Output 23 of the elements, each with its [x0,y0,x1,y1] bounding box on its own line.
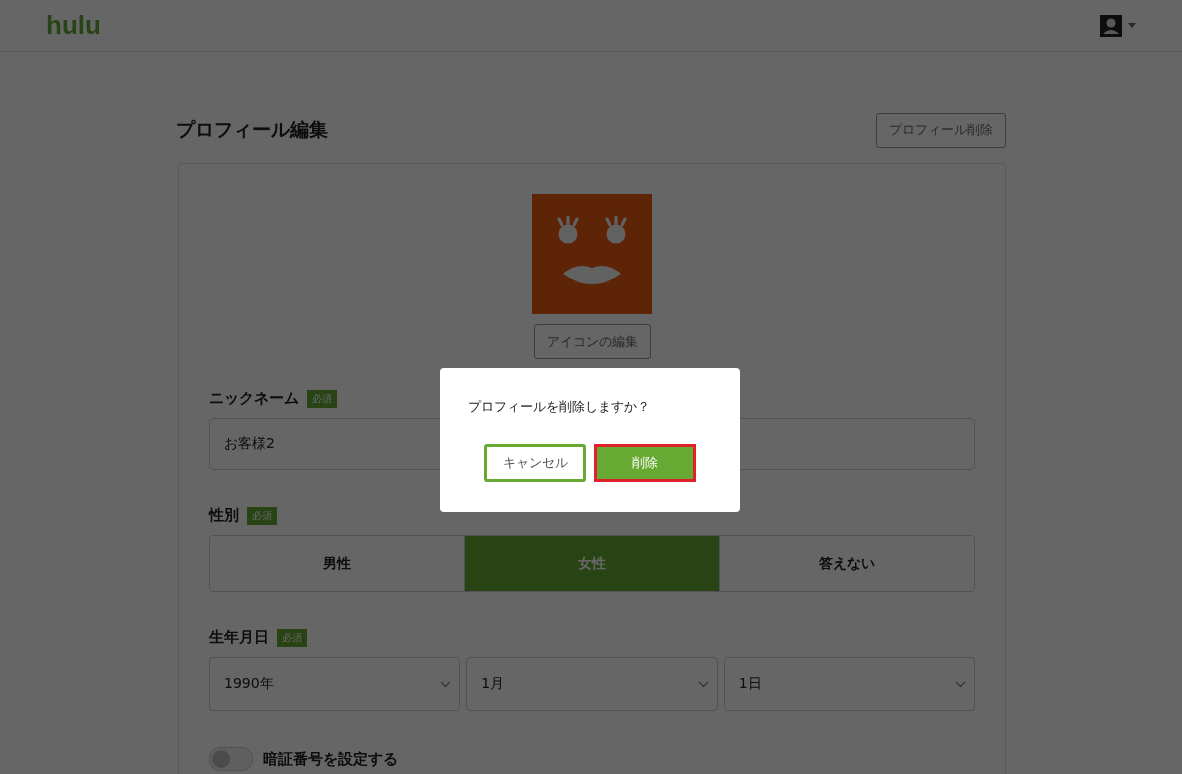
field-label: 生年月日 [209,628,269,647]
field-label: ニックネーム [209,389,299,408]
user-avatar-icon[interactable] [1100,14,1122,37]
date-select[interactable]: 1990年 [209,657,461,711]
chevron-down-icon [697,680,709,688]
delete-button[interactable]: 削除 [594,444,696,482]
date-select[interactable]: 1月 [466,657,718,711]
pin-toggle[interactable] [209,747,253,771]
gender-option[interactable]: 答えない [719,536,974,591]
logo[interactable]: hulu [46,10,101,41]
required-tag: 必須 [247,506,277,525]
required-tag: 必須 [307,389,337,408]
caret-icon[interactable] [1128,23,1136,28]
pin-label: 暗証番号を設定する [263,749,398,769]
chevron-down-icon [955,680,966,688]
gender-option[interactable]: 女性 [464,536,719,591]
page-title: プロフィール編集 [176,117,328,142]
field-label: 性別 [209,506,239,525]
date-select[interactable]: 1日 [723,657,975,711]
dialog-message: プロフィールを削除しますか？ [468,398,651,416]
chevron-down-icon [440,680,452,688]
required-tag: 必須 [277,628,307,647]
cancel-button[interactable]: キャンセル [484,444,586,482]
